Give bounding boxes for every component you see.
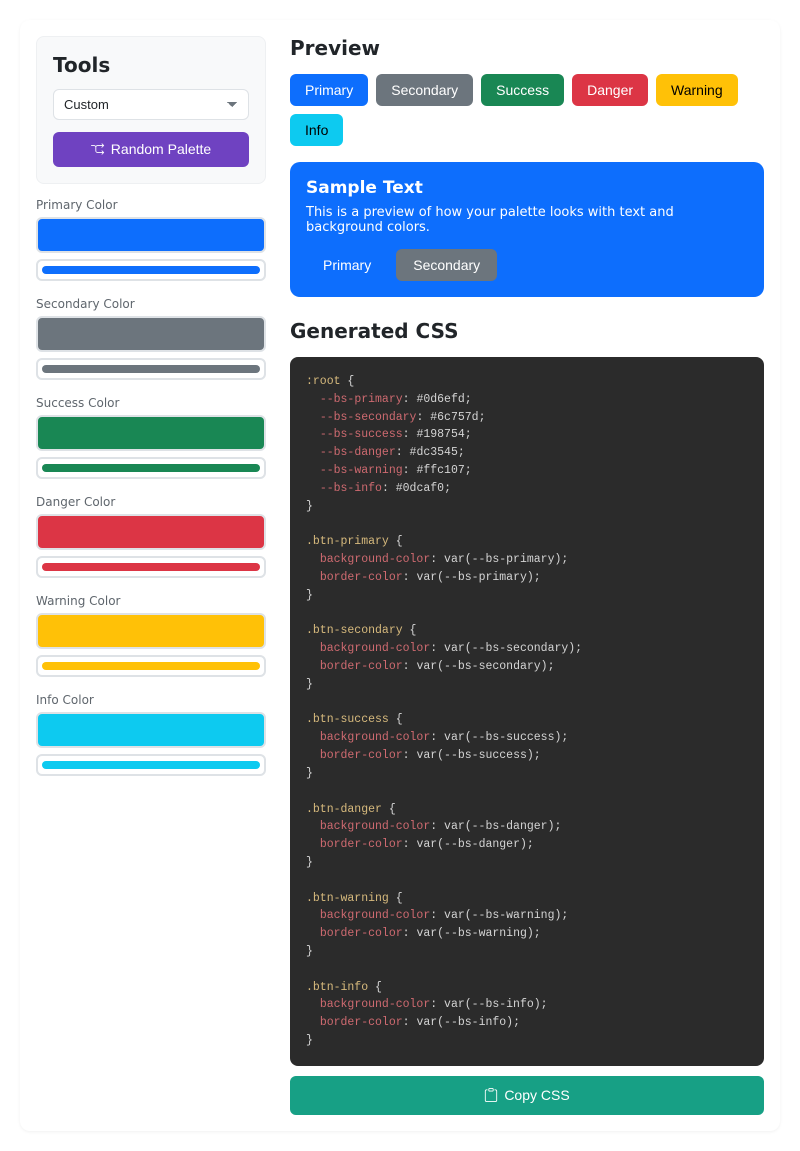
lightness-range-wrap-danger xyxy=(36,556,266,578)
clipboard-icon xyxy=(484,1088,498,1102)
color-label-primary: Primary Color xyxy=(36,198,266,212)
color-group-success: Success Color xyxy=(36,396,266,479)
color-group-warning: Warning Color xyxy=(36,594,266,677)
lightness-range-warning[interactable] xyxy=(42,662,260,670)
color-swatch-success[interactable] xyxy=(36,415,266,451)
color-label-success: Success Color xyxy=(36,396,266,410)
color-group-secondary: Secondary Color xyxy=(36,297,266,380)
preview-button-row: Primary Secondary Success Danger Warning… xyxy=(290,74,764,146)
preview-btn-secondary[interactable]: Secondary xyxy=(376,74,473,106)
generated-title: Generated CSS xyxy=(290,319,764,343)
tools-title: Tools xyxy=(53,53,249,77)
lightness-range-wrap-success xyxy=(36,457,266,479)
preview-btn-danger[interactable]: Danger xyxy=(572,74,648,106)
lightness-range-wrap-primary xyxy=(36,259,266,281)
preview-btn-warning[interactable]: Warning xyxy=(656,74,738,106)
preview-btn-info[interactable]: Info xyxy=(290,114,343,146)
lightness-range-wrap-info xyxy=(36,754,266,776)
main-panel: Preview Primary Secondary Success Danger… xyxy=(290,36,764,1115)
sample-buttons: Primary Secondary xyxy=(306,249,748,281)
lightness-range-danger[interactable] xyxy=(42,563,260,571)
color-label-warning: Warning Color xyxy=(36,594,266,608)
color-group-danger: Danger Color xyxy=(36,495,266,578)
generated-css-code[interactable]: :root { --bs-primary: #0d6efd; --bs-seco… xyxy=(290,357,764,1066)
lightness-range-success[interactable] xyxy=(42,464,260,472)
color-swatch-secondary[interactable] xyxy=(36,316,266,352)
sample-body: This is a preview of how your palette lo… xyxy=(306,205,748,235)
color-swatch-danger[interactable] xyxy=(36,514,266,550)
app-container: Tools Custom Random Palette Primary Colo… xyxy=(20,20,780,1131)
lightness-range-wrap-warning xyxy=(36,655,266,677)
sample-card: Sample Text This is a preview of how you… xyxy=(290,162,764,297)
color-swatch-primary[interactable] xyxy=(36,217,266,253)
color-label-info: Info Color xyxy=(36,693,266,707)
preview-btn-primary[interactable]: Primary xyxy=(290,74,368,106)
preview-title: Preview xyxy=(290,36,764,60)
sample-title: Sample Text xyxy=(306,178,748,198)
color-swatch-warning[interactable] xyxy=(36,613,266,649)
copy-css-button[interactable]: Copy CSS xyxy=(290,1076,764,1115)
color-label-danger: Danger Color xyxy=(36,495,266,509)
random-palette-button[interactable]: Random Palette xyxy=(53,132,249,167)
color-label-secondary: Secondary Color xyxy=(36,297,266,311)
sample-btn-secondary[interactable]: Secondary xyxy=(396,249,497,281)
lightness-range-primary[interactable] xyxy=(42,266,260,274)
color-swatch-info[interactable] xyxy=(36,712,266,748)
copy-css-label: Copy CSS xyxy=(504,1087,569,1104)
lightness-range-wrap-secondary xyxy=(36,358,266,380)
preview-btn-success[interactable]: Success xyxy=(481,74,564,106)
lightness-range-info[interactable] xyxy=(42,761,260,769)
color-group-info: Info Color xyxy=(36,693,266,776)
color-inputs: Primary Color Secondary Color Success Colo… xyxy=(36,198,266,776)
preset-select[interactable]: Custom xyxy=(53,89,249,120)
shuffle-icon xyxy=(91,142,105,156)
color-group-primary: Primary Color xyxy=(36,198,266,281)
sample-btn-primary[interactable]: Primary xyxy=(306,249,388,281)
lightness-range-secondary[interactable] xyxy=(42,365,260,373)
random-palette-label: Random Palette xyxy=(111,141,211,158)
tools-card: Tools Custom Random Palette xyxy=(36,36,266,184)
tools-sidebar: Tools Custom Random Palette Primary Colo… xyxy=(36,36,266,1115)
